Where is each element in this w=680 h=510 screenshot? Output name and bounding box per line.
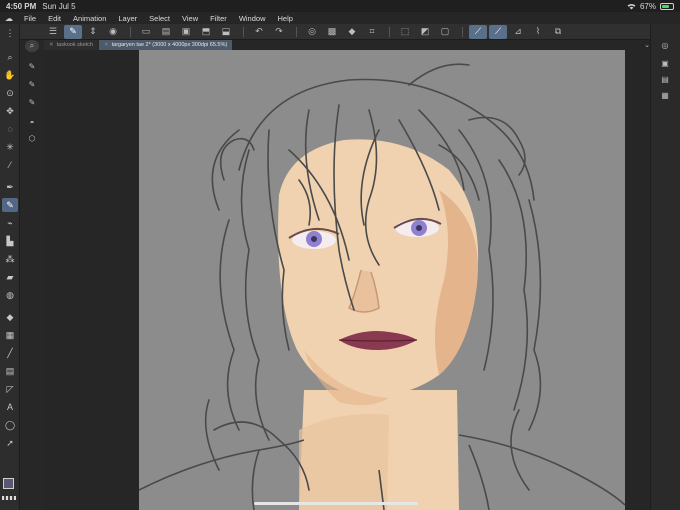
color-wheel-icon[interactable]: ◎ (659, 40, 671, 50)
transform-icon[interactable]: ⧉ (549, 25, 567, 39)
snap-icon[interactable]: ⌇ (529, 25, 547, 39)
color-strip[interactable] (2, 496, 16, 500)
marker-sub-icon[interactable]: ✎ (25, 96, 39, 108)
selection-layer-icon[interactable]: ▢ (436, 25, 454, 39)
magic-wand-icon[interactable]: ✳ (2, 140, 18, 154)
pen-pressure-icon[interactable]: ⟋ (469, 24, 487, 39)
quick-access-icon[interactable]: ⋮ (2, 26, 18, 40)
pencil-icon[interactable]: ✎ (2, 198, 18, 212)
new-canvas-icon[interactable]: ▭ (137, 25, 155, 39)
clear-icon[interactable]: ◎ (303, 25, 321, 39)
select-deselect-icon[interactable]: ⬚ (396, 25, 414, 39)
eyedropper-zoom-icon[interactable]: ⊙ (2, 86, 18, 100)
status-date: Sun Jul 5 (42, 1, 76, 11)
invert-selection-icon[interactable]: ◩ (416, 25, 434, 39)
app-logo-icon[interactable]: ☁ (0, 14, 18, 23)
menu-layer[interactable]: Layer (112, 14, 143, 23)
menu-window[interactable]: Window (233, 14, 272, 23)
eyedropper-icon[interactable]: ⁄ (2, 158, 18, 172)
tab-label: taskook sketch (56, 42, 93, 48)
canvas-workspace[interactable] (44, 50, 650, 510)
swap-arrows-icon[interactable]: ⇕ (84, 25, 102, 39)
menu-select[interactable]: Select (143, 14, 176, 23)
status-bar: 4:50 PM Sun Jul 5 67% (0, 0, 680, 12)
zoom-icon[interactable]: ⌕ (2, 50, 18, 64)
open-file-icon[interactable]: ▤ (157, 25, 175, 39)
eraser-icon[interactable]: ▰ (2, 270, 18, 284)
ruler-icon[interactable]: ⊿ (509, 25, 527, 39)
ruler-tool-icon[interactable]: ◸ (2, 382, 18, 396)
layer-panel-icon[interactable]: ▣ (659, 58, 671, 68)
toolbar-divider (243, 26, 244, 37)
hand-icon[interactable]: ✋ (2, 68, 18, 82)
crop-icon[interactable]: ⌗ (363, 25, 381, 39)
tab-targaryen-tae[interactable]: ✕ targaryen tae 2* (3000 x 4000px 300dpi… (99, 40, 233, 50)
pencil-sub-icon[interactable]: ✎ (25, 60, 39, 72)
tab-taskook-sketch[interactable]: ✕ taskook sketch (44, 40, 98, 50)
toolbar-divider (296, 26, 297, 37)
material-icon[interactable]: ⬡ (25, 132, 39, 144)
tab-label: targaryen tae 2* (3000 x 4000px 300dpi 6… (111, 42, 228, 48)
lasso-icon[interactable]: ◌ (2, 122, 18, 136)
sub-tool-palette: ⌕ ✎ ✎ ✎ ◓ ⬡ (20, 40, 44, 510)
brush-size-icon[interactable]: ◉ (104, 25, 122, 39)
drawing-canvas[interactable] (139, 50, 625, 510)
fill-bucket-icon[interactable]: ◆ (2, 310, 18, 324)
blend-icon[interactable]: ◍ (2, 288, 18, 302)
toolbar-divider (389, 26, 390, 37)
toolbar-divider (462, 26, 463, 37)
menu-edit[interactable]: Edit (42, 14, 67, 23)
status-time: 4:50 PM (6, 1, 37, 11)
gradient-icon[interactable]: ▦ (2, 328, 18, 342)
correct-line-icon[interactable]: ➚ (2, 436, 18, 450)
menu-filter[interactable]: Filter (204, 14, 233, 23)
export-icon[interactable]: ⬒ (197, 25, 215, 39)
decoration-icon[interactable]: ⁂ (2, 252, 18, 266)
menu-help[interactable]: Help (272, 14, 299, 23)
close-icon[interactable]: ✕ (104, 42, 109, 48)
share-icon[interactable]: ⬓ (217, 25, 235, 39)
figure-icon[interactable]: ╱ (2, 346, 18, 360)
frame-icon[interactable]: ▤ (2, 364, 18, 378)
brush-icon[interactable]: ⌁ (2, 216, 18, 230)
bucket-icon[interactable]: ◆ (343, 25, 361, 39)
home-indicator[interactable] (254, 502, 418, 505)
wifi-icon (627, 3, 636, 10)
tool-property-icon[interactable]: ✎ (64, 24, 82, 39)
pen-icon[interactable]: ✒ (2, 180, 18, 194)
menu-file[interactable]: File (18, 14, 42, 23)
brush-sub-icon[interactable]: ✎ (25, 78, 39, 90)
hamburger-menu-icon[interactable]: ☰ (44, 25, 62, 39)
move-icon[interactable]: ✥ (2, 104, 18, 118)
document-tab-bar: ✕ taskook sketch ✕ targaryen tae 2* (300… (44, 40, 656, 50)
save-icon[interactable]: ▣ (177, 25, 195, 39)
battery-icon (660, 2, 674, 10)
menu-animation[interactable]: Animation (67, 14, 112, 23)
close-icon[interactable]: ✕ (49, 42, 54, 48)
navigator-icon[interactable]: ▤ (659, 74, 671, 84)
balloon-icon[interactable]: ◯ (2, 418, 18, 432)
search-icon[interactable]: ⌕ (25, 40, 39, 52)
redo-icon[interactable]: ↷ (270, 25, 288, 39)
layer-settings-icon[interactable]: ◓ (25, 116, 39, 128)
right-palette-dock: ◎ ▣ ▤ ▦ (650, 24, 680, 510)
portrait-artwork (139, 63, 625, 510)
menu-view[interactable]: View (176, 14, 204, 23)
fill-icon[interactable]: ▩ (323, 25, 341, 39)
undo-icon[interactable]: ↶ (250, 25, 268, 39)
airbrush-icon[interactable]: ▙ (2, 234, 18, 248)
text-icon[interactable]: A (2, 400, 18, 414)
stabilizer-icon[interactable]: ⟋ (489, 24, 507, 39)
layer-property-icon[interactable]: ▦ (659, 90, 671, 100)
command-bar: ☰ ✎ ⇕ ◉ ▭ ▤ ▣ ⬒ ⬓ ↶ ↷ ◎ ▩ ◆ ⌗ ⬚ ◩ ▢ ⟋ ⟋ … (0, 24, 680, 40)
menu-bar: ☁ File Edit Animation Layer Select View … (0, 12, 680, 24)
main-color-swatch[interactable] (3, 478, 14, 489)
battery-percent: 67% (639, 1, 656, 11)
tool-palette: ⋮ ⌕ ✋ ⊙ ✥ ◌ ✳ ⁄ ✒ ✎ ⌁ ▙ ⁂ ▰ ◍ ◆ ▦ ╱ ▤ ◸ … (0, 24, 20, 510)
toolbar-divider (130, 26, 131, 37)
